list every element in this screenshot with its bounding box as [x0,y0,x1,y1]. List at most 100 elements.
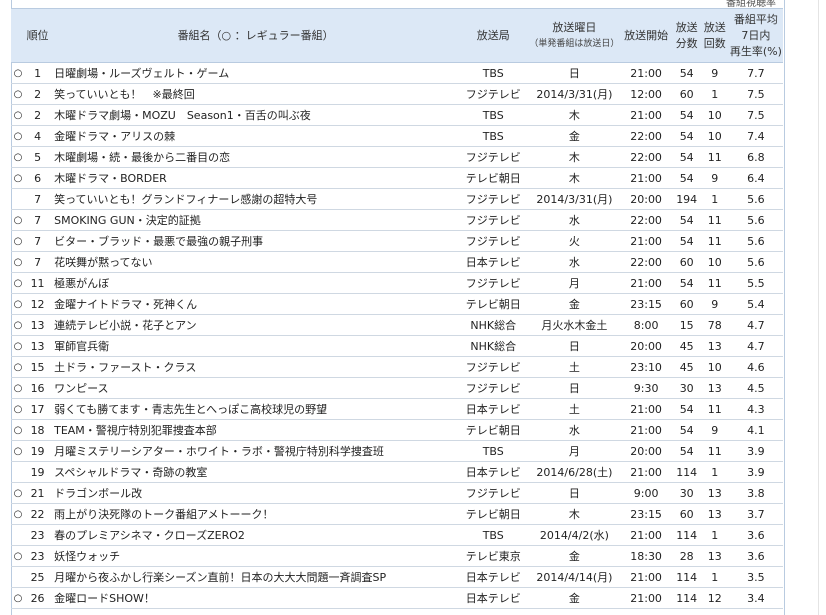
table-row: ○ 22 雨上がり決死隊のトーク番組アメトーーク！ テレビ朝日木 23:15 60 13 3.… [11,503,783,525]
table-row: ○ 17 弱くても勝てます・青志先生とへっぽこ高校球児の野望 日本テレビ土 21:00 5… [11,398,783,420]
row-day: 火 [529,230,620,252]
table-row: ○ 12 金曜ナイトドラマ・死神くん テレビ朝日金 23:15 60 9 5.4 [11,293,783,315]
header-mark [11,8,26,63]
row-mark: ○ [11,230,26,252]
row-title: 妖怪ウォッチ [50,545,458,567]
table-row: ○ 21 ドラゴンボール改 フジテレビ日 9:00 30 13 3.8 [11,482,783,504]
row-rate: 5.4 [728,293,783,315]
header-day-sub: （単発番組は放送日） [529,38,620,49]
row-day: 月火水木金土 [529,314,620,336]
row-rank: 5 [25,146,51,168]
table-row: ○ 11 極悪がんぼ フジテレビ月 21:00 54 11 5.5 [11,272,783,294]
row-rate: 3.5 [728,566,783,588]
row-day: 木 [529,167,620,189]
row-rank: 13 [25,335,51,357]
row-rank: 12 [25,293,51,315]
row-rank: 23 [25,545,51,567]
row-count: 78 [700,314,729,336]
table-row: ○ 6 木曜ドラマ・BORDER テレビ朝日木 21:00 54 9 6.4 [11,167,783,189]
row-minutes: 60 [672,83,701,105]
row-rate: 3.9 [728,461,783,483]
row-count: 11 [700,272,729,294]
row-title: 軍師官兵衛 [50,335,458,357]
row-day: 2014/4/2(水) [529,524,620,546]
row-day: 2014/3/31(月) [529,188,620,210]
row-minutes: 54 [672,419,701,441]
row-minutes: 114 [672,566,701,588]
row-start: 21:00 [619,230,673,252]
row-title: ワンピース [50,377,458,399]
row-count: 1 [700,566,729,588]
row-title: 連続テレビ小説・花子とアン [50,314,458,336]
row-title: 月曜から夜ふかし行楽シーズン直前！日本の大大大問題一斉調査SP [50,566,458,588]
row-start: 23:15 [619,293,673,315]
table-row: ○ 23 妖怪ウォッチ テレビ東京金 18:30 28 13 3.6 [11,545,783,567]
row-count: 9 [700,167,729,189]
table-row: ○ 2 木曜ドラマ劇場・MOZU Season1・百舌の叫ぶ夜 TBS 木 21:00 54… [11,104,783,126]
row-rate: 4.1 [728,419,783,441]
row-rate: 6.4 [728,167,783,189]
row-station: フジテレビ [457,482,530,504]
row-title: 木曜ドラマ劇場・MOZU Season1・百舌の叫ぶ夜 [50,104,458,126]
row-rate: 3.6 [728,545,783,567]
header-rate-3: 再生率(%) [729,44,782,58]
row-start: 21:00 [619,587,673,609]
row-start: 21:00 [619,398,673,420]
row-start: 9:00 [619,482,673,504]
row-start: 22:00 [619,209,673,231]
row-station: テレビ朝日 [457,503,530,525]
row-count: 13 [700,503,729,525]
row-title: 木曜劇場・続・最後から二番目の恋 [50,146,458,168]
row-start: 21:00 [619,272,673,294]
row-rank: 6 [25,167,51,189]
row-title: 土ドラ・ファースト・クラス [50,356,458,378]
row-start: 20:00 [619,188,673,210]
header-start: 放送開始 [619,8,673,63]
row-title: 笑っていいとも！グランドフィナーレ感謝の超特大号 [50,188,458,210]
row-minutes: 54 [672,167,701,189]
row-day: 金 [529,587,620,609]
row-minutes: 54 [672,230,701,252]
row-mark: ○ [11,62,26,84]
row-rank: 26 [25,587,51,609]
header-day-main: 放送曜日 [552,20,597,34]
row-day: 土 [529,356,620,378]
row-count: 9 [700,419,729,441]
row-start: 21:00 [619,419,673,441]
row-station: TBS [457,440,530,462]
row-minutes: 114 [672,461,701,483]
row-minutes: 54 [672,272,701,294]
row-station: テレビ東京 [457,545,530,567]
row-day: 月 [529,272,620,294]
row-day: 木 [529,503,620,525]
row-rate: 7.4 [728,125,783,147]
row-title: SMOKING GUN・決定的証拠 [50,209,458,231]
row-station: TBS [457,62,530,84]
row-rank: 7 [25,251,51,273]
row-mark [11,524,26,546]
row-title: スペシャルドラマ・奇跡の教室 [50,461,458,483]
row-count: 10 [700,104,729,126]
row-minutes: 54 [672,62,701,84]
row-station: 日本テレビ [457,251,530,273]
table-row: 19 スペシャルドラマ・奇跡の教室 日本テレビ 2014/6/28(土) 21:00 11… [11,461,783,483]
row-station: NHK総合 [457,314,530,336]
row-title: 月曜ミステリーシアター・ホワイト・ラボ・警視庁特別科学捜査班 [50,440,458,462]
row-start: 22:00 [619,251,673,273]
row-station: フジテレビ [457,356,530,378]
row-mark: ○ [11,314,26,336]
table-row: ○ 2 笑っていいとも！ ※最終回 フジテレビ 2014/3/31(月) 12:00 60 1… [11,83,783,105]
row-mark: ○ [11,377,26,399]
row-rate: 4.5 [728,377,783,399]
row-minutes: 54 [672,209,701,231]
row-title: TEAM・警視庁特別犯罪捜査本部 [50,419,458,441]
row-minutes: 194 [672,188,701,210]
row-count: 13 [700,335,729,357]
row-minutes: 45 [672,335,701,357]
table-row: ○ 19 月曜ミステリーシアター・ホワイト・ラボ・警視庁特別科学捜査班 TBS 月 20:… [11,440,783,462]
row-rank: 13 [25,314,51,336]
row-rank: 22 [25,503,51,525]
row-mark: ○ [11,545,26,567]
row-station: NHK総合 [457,335,530,357]
row-minutes: 28 [672,545,701,567]
